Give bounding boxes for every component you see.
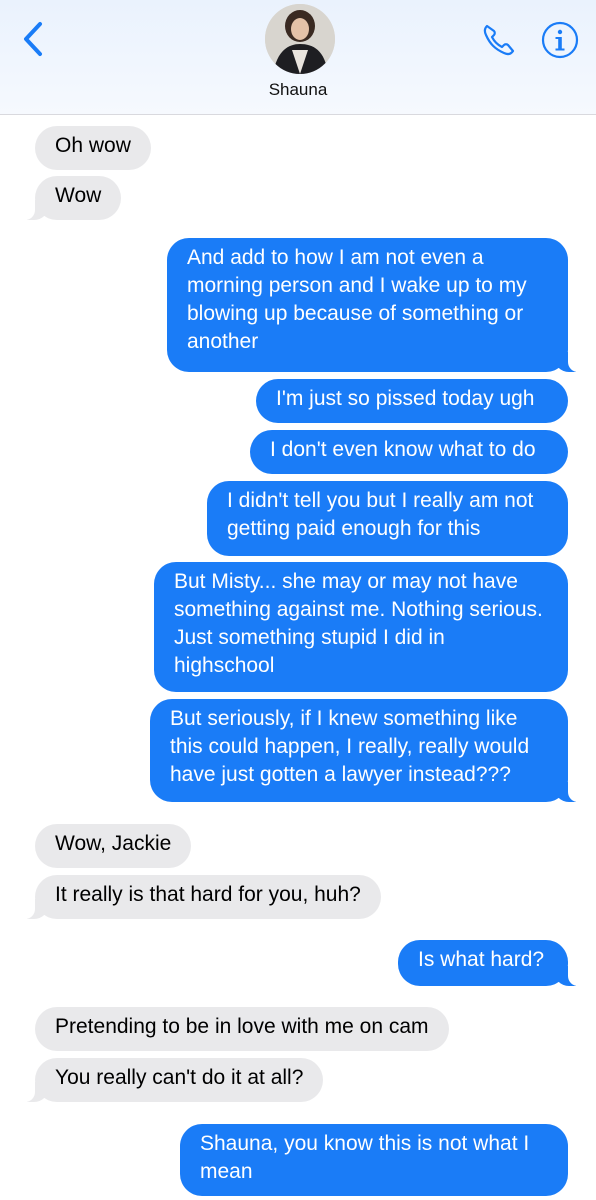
message-bubble-outgoing[interactable]: I don't even know what to do: [250, 430, 568, 474]
message-bubble-incoming[interactable]: Wow, Jackie: [35, 824, 192, 868]
message-bubble-incoming[interactable]: Oh wow: [35, 126, 151, 170]
phone-icon[interactable]: [478, 20, 518, 60]
message-bubble-outgoing[interactable]: But seriously, if I knew something like …: [150, 699, 580, 802]
message-bubble-incoming[interactable]: You really can't do it at all?: [22, 1058, 324, 1102]
message-bubble-outgoing[interactable]: And add to how I am not even a morning p…: [167, 238, 580, 372]
message-bubble-outgoing[interactable]: But Misty... she may or may not have som…: [154, 562, 568, 692]
message-bubble-outgoing[interactable]: Is what hard?: [398, 940, 580, 986]
message-bubble-outgoing[interactable]: I didn't tell you but I really am not ge…: [207, 481, 568, 556]
message-bubble-incoming[interactable]: Wow: [22, 176, 122, 220]
message-bubble-outgoing[interactable]: Shauna, you know this is not what I mean: [180, 1124, 568, 1196]
message-bubble-incoming[interactable]: It really is that hard for you, huh?: [23, 875, 381, 919]
contact-name: Shauna: [268, 80, 328, 99]
info-icon[interactable]: [540, 20, 580, 60]
chevron-left-icon[interactable]: [18, 20, 52, 60]
conversation-header: Shauna: [0, 0, 596, 115]
message-bubble-incoming[interactable]: Pretending to be in love with me on cam: [35, 1007, 449, 1051]
message-bubble-outgoing[interactable]: I'm just so pissed today ugh: [256, 379, 568, 423]
avatar[interactable]: [265, 4, 335, 74]
